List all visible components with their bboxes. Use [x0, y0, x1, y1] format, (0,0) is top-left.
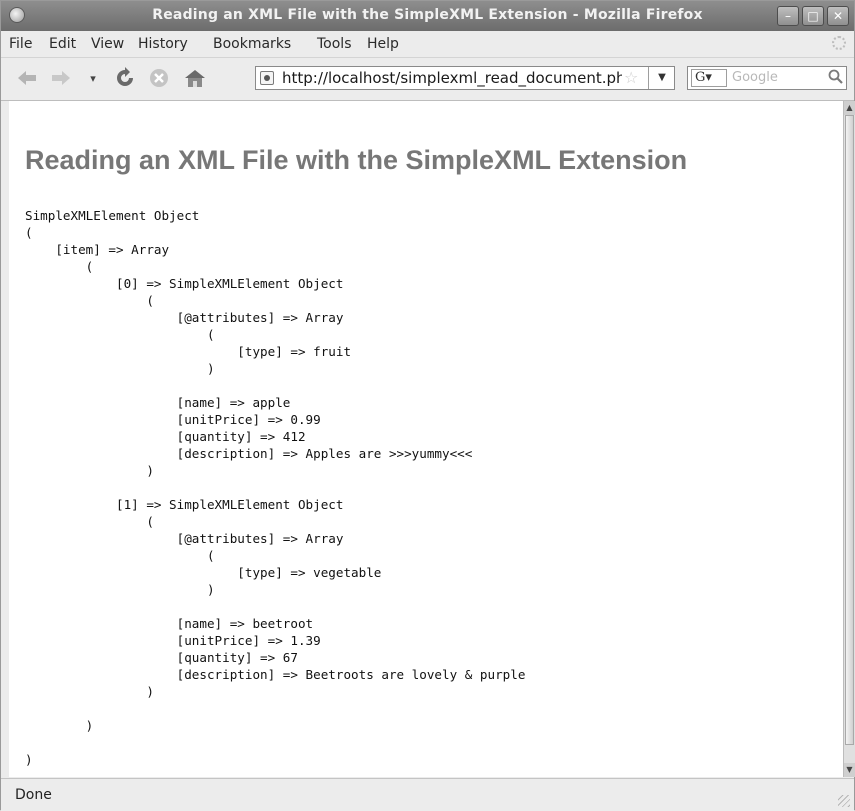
site-identity-icon[interactable]: [260, 71, 274, 85]
back-button[interactable]: [15, 66, 39, 90]
navigation-toolbar: ▾ http://localhost/simplexml_read_docume…: [1, 58, 854, 101]
scroll-down-arrow-icon[interactable]: ▼: [844, 763, 855, 777]
forward-arrow-icon: [52, 71, 70, 85]
menu-bar: File Edit View History Bookmarks Tools H…: [1, 31, 854, 58]
title-bar[interactable]: Reading an XML File with the SimpleXML E…: [1, 1, 854, 31]
menu-help[interactable]: Help: [367, 36, 399, 52]
menu-tools[interactable]: Tools: [317, 36, 352, 52]
reload-icon: [117, 67, 133, 86]
close-button[interactable]: ✕: [827, 6, 849, 26]
page-heading: Reading an XML File with the SimpleXML E…: [25, 145, 688, 175]
status-bar: Done: [1, 778, 854, 811]
menu-bookmarks[interactable]: Bookmarks: [213, 36, 291, 52]
menu-view[interactable]: View: [91, 36, 124, 52]
home-icon: [185, 70, 205, 87]
home-button[interactable]: [183, 66, 207, 90]
window-title: Reading an XML File with the SimpleXML E…: [152, 7, 703, 23]
search-engine-selector[interactable]: G▾: [691, 69, 727, 87]
menu-edit[interactable]: Edit: [49, 36, 76, 52]
scroll-up-arrow-icon[interactable]: ▲: [844, 101, 855, 115]
history-dropdown[interactable]: ▾: [81, 66, 105, 90]
url-history-dropdown[interactable]: ▼: [648, 67, 675, 89]
maximize-button[interactable]: □: [802, 6, 824, 26]
page-content: Reading an XML File with the SimpleXML E…: [9, 101, 843, 777]
stop-button[interactable]: [147, 66, 171, 90]
scrollbar-thumb[interactable]: [845, 115, 854, 745]
resize-grip-icon[interactable]: [838, 795, 850, 807]
forward-button[interactable]: [49, 66, 73, 90]
browser-window: Reading an XML File with the SimpleXML E…: [0, 0, 855, 811]
search-magnifier-icon[interactable]: [828, 69, 844, 89]
status-text: Done: [15, 787, 52, 803]
search-input[interactable]: Google: [732, 70, 778, 85]
menu-history[interactable]: History: [138, 36, 188, 52]
vertical-scrollbar[interactable]: ▲ ▼: [843, 101, 855, 777]
back-arrow-icon: [18, 71, 36, 85]
stop-icon: [150, 69, 168, 87]
print-r-output: SimpleXMLElement Object ( [item] => Arra…: [25, 208, 526, 767]
address-bar[interactable]: http://localhost/simplexml_read_document…: [255, 66, 675, 90]
menu-file[interactable]: File: [9, 36, 32, 52]
reload-button[interactable]: [113, 66, 137, 90]
search-bar[interactable]: G▾ Google: [687, 66, 847, 90]
throbber-icon: [832, 36, 846, 50]
url-text[interactable]: http://localhost/simplexml_read_document…: [282, 69, 622, 87]
minimize-button[interactable]: –: [777, 6, 799, 26]
bookmark-star-icon[interactable]: ☆: [624, 68, 638, 87]
